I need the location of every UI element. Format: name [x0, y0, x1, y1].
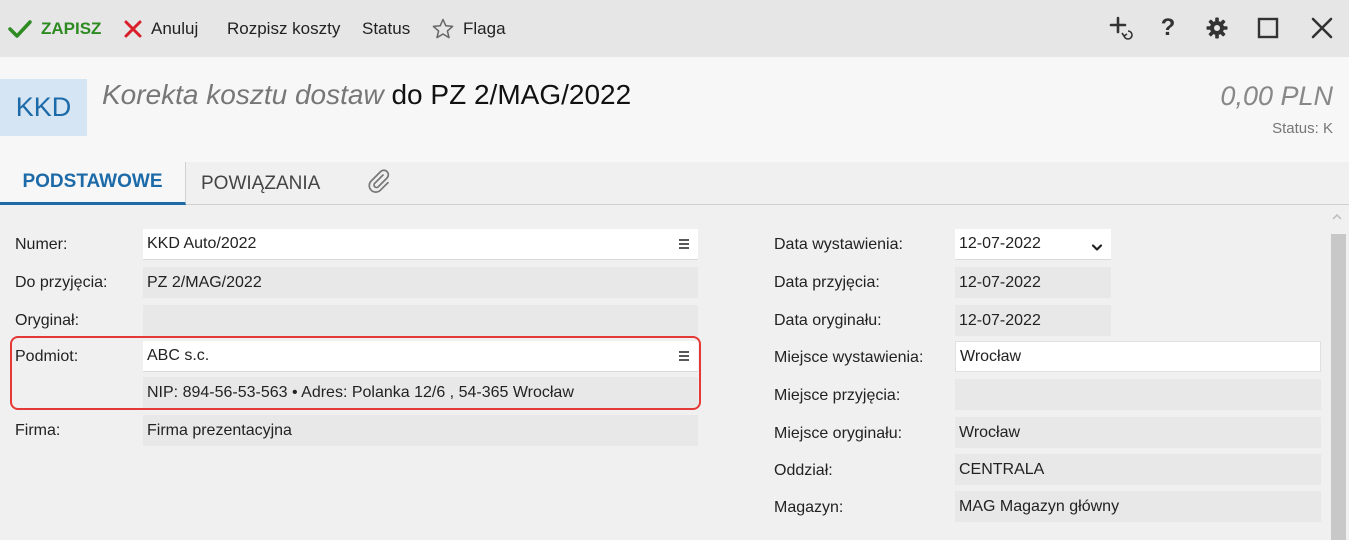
firma-value: Firma prezentacyjna — [147, 421, 292, 439]
toolbar: ZAPISZ Anuluj Rozpisz koszty Status Flag… — [0, 0, 1349, 57]
miejsce-wystawienia-label: Miejsce wystawienia: — [774, 349, 924, 366]
firma-field: Firma prezentacyjna — [143, 415, 698, 446]
numer-label: Numer: — [15, 236, 68, 253]
document-type-badge: KKD — [0, 79, 87, 136]
magazyn-field: MAG Magazyn główny — [955, 491, 1321, 522]
firma-label: Firma: — [15, 422, 61, 439]
podmiot-highlight — [10, 336, 701, 410]
tab-bar: PODSTAWOWE POWIĄZANIA — [0, 162, 1349, 205]
document-code: KKD — [15, 92, 72, 122]
miejsce-przyjecia-field — [955, 379, 1321, 410]
page-title: Korekta kosztu dostaw do PZ 2/MAG/2022 — [102, 79, 631, 111]
document-reference: do PZ 2/MAG/2022 — [391, 79, 632, 110]
magazyn-value: MAG Magazyn główny — [959, 497, 1120, 515]
close-icon[interactable] — [1308, 14, 1336, 42]
gear-icon[interactable] — [1203, 14, 1231, 42]
document-header: KKD Korekta kosztu dostaw do PZ 2/MAG/20… — [0, 57, 1349, 162]
document-status: Status: K — [1272, 120, 1333, 137]
star-icon — [432, 18, 454, 40]
scroll-up-button[interactable] — [1331, 210, 1343, 224]
tab-powiazania[interactable]: POWIĄZANIA — [201, 162, 320, 205]
cancel-label: Anuluj — [151, 18, 199, 38]
miejsce-oryginalu-label: Miejsce oryginału: — [774, 425, 903, 442]
miejsce-oryginalu-value: Wrocław — [959, 423, 1021, 441]
miejsce-wystawienia-input[interactable]: Wrocław — [955, 341, 1321, 372]
oryginal-label: Oryginał: — [15, 312, 80, 329]
chevron-down-icon[interactable] — [1091, 240, 1103, 258]
split-costs-button[interactable]: Rozpisz koszty — [227, 0, 340, 57]
cancel-button[interactable]: Anuluj — [124, 0, 198, 57]
data-przyjecia-field: 12-07-2022 — [955, 267, 1111, 298]
miejsce-wystawienia-value: Wrocław — [960, 347, 1022, 365]
tab-podstawowe[interactable]: PODSTAWOWE — [0, 162, 186, 205]
oryginal-field — [143, 305, 698, 336]
menu-lines-icon[interactable] — [678, 237, 690, 249]
data-przyjecia-value: 12-07-2022 — [959, 273, 1041, 291]
close-x-icon — [124, 20, 142, 38]
document-kind: Korekta kosztu dostaw — [102, 79, 384, 110]
do-przyjecia-value: PZ 2/MAG/2022 — [147, 273, 262, 291]
data-wystawienia-label: Data wystawienia: — [774, 236, 903, 253]
do-przyjecia-label: Do przyjęcia: — [15, 274, 108, 291]
data-oryginalu-value: 12-07-2022 — [959, 311, 1041, 329]
magazyn-label: Magazyn: — [774, 499, 844, 516]
oddzial-value: CENTRALA — [959, 460, 1045, 478]
data-wystawienia-value: 12-07-2022 — [959, 235, 1041, 252]
numer-value: KKD Auto/2022 — [147, 235, 257, 252]
status-button[interactable]: Status — [362, 0, 410, 57]
document-amount: 0,00 PLN — [1220, 81, 1333, 111]
vertical-scrollbar[interactable] — [1331, 234, 1346, 540]
status-label: Status — [362, 18, 411, 38]
maximize-icon[interactable] — [1254, 14, 1282, 42]
data-przyjecia-label: Data przyjęcia: — [774, 274, 880, 291]
tab-attachments[interactable] — [364, 162, 394, 205]
miejsce-przyjecia-label: Miejsce przyjęcia: — [774, 387, 901, 404]
flag-button[interactable]: Flaga — [432, 0, 506, 57]
help-button[interactable]: ? — [1154, 14, 1182, 42]
data-wystawienia-field[interactable]: 12-07-2022 — [955, 229, 1111, 260]
question-icon: ? — [1160, 14, 1176, 41]
flag-label: Flaga — [463, 18, 506, 38]
split-costs-label: Rozpisz koszty — [227, 18, 341, 38]
oddzial-label: Oddział: — [774, 462, 833, 479]
do-przyjecia-field: PZ 2/MAG/2022 — [143, 267, 698, 298]
checkmark-icon — [8, 19, 32, 39]
numer-field[interactable]: KKD Auto/2022 — [143, 229, 698, 260]
tab-powiazania-label: POWIĄZANIA — [201, 172, 321, 194]
data-oryginalu-field: 12-07-2022 — [955, 305, 1111, 336]
tab-podstawowe-label: PODSTAWOWE — [22, 171, 163, 192]
data-oryginalu-label: Data oryginału: — [774, 312, 882, 329]
paperclip-icon — [366, 168, 392, 200]
save-button[interactable]: ZAPISZ — [8, 0, 101, 57]
miejsce-oryginalu-field: Wrocław — [955, 417, 1321, 448]
add-plus-icon[interactable] — [1107, 14, 1135, 42]
oddzial-field: CENTRALA — [955, 454, 1321, 485]
save-label: ZAPISZ — [41, 18, 102, 38]
